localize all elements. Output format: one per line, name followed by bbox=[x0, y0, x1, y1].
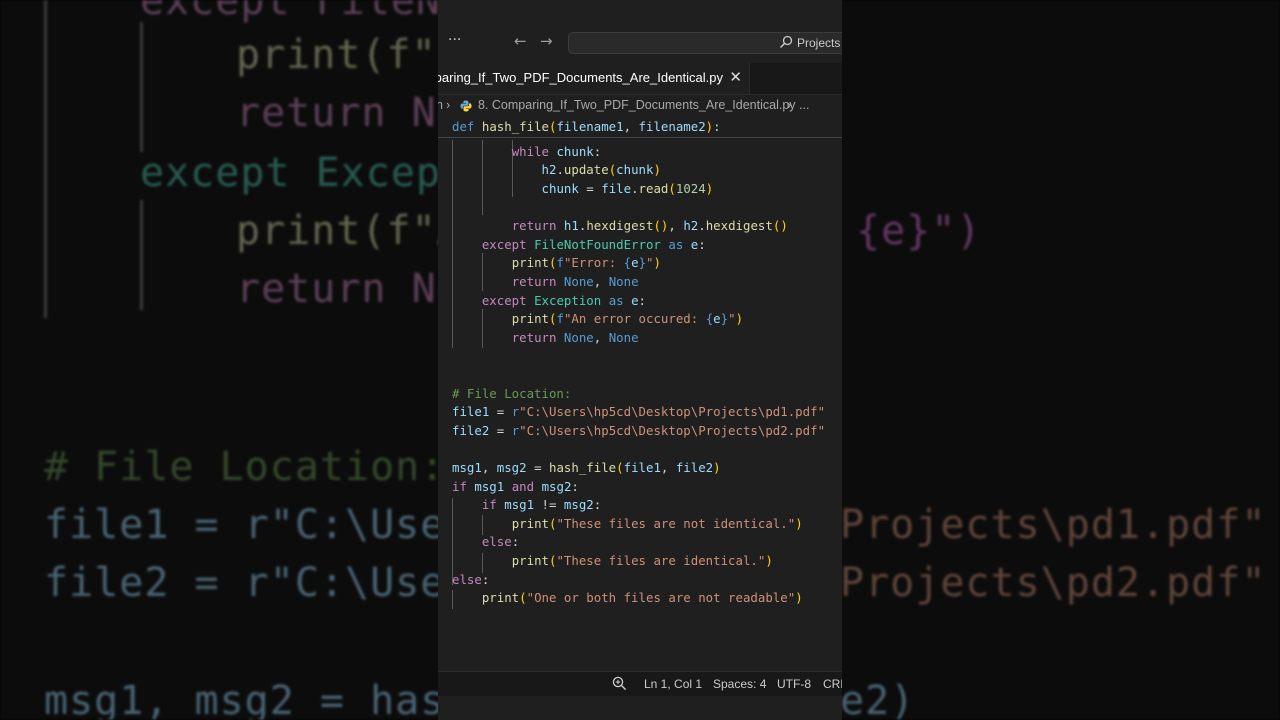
code-line: else: bbox=[481, 534, 520, 549]
code-line: def hash_file(filename1, filename2): bbox=[452, 119, 721, 134]
code-line: return None, None bbox=[511, 330, 639, 345]
bg-text-line: Projects\pd1.pdf" bbox=[840, 502, 1267, 548]
bg-text-line: {e}") bbox=[856, 208, 982, 254]
search-icon bbox=[780, 35, 793, 48]
command-center-search[interactable]: Projects bbox=[568, 32, 842, 54]
bg-text-line: e2) bbox=[840, 678, 916, 720]
search-label: Projects bbox=[797, 36, 841, 50]
bg-text-line: return No bbox=[236, 90, 462, 136]
chevron-right-icon: › bbox=[787, 98, 792, 112]
breadcrumb-item-folder[interactable]: n bbox=[438, 98, 443, 112]
code-line: print(f"An error occured: {e}") bbox=[511, 311, 744, 326]
code-line: # File Location: bbox=[452, 386, 572, 401]
code-line: print(f"Error: {e}") bbox=[511, 255, 661, 270]
code-line: return None, None bbox=[511, 274, 639, 289]
zoom-icon[interactable] bbox=[612, 676, 627, 691]
code-line: except Exception as e: bbox=[481, 293, 647, 308]
bg-text-line: # File Location: bbox=[44, 444, 446, 490]
bg-indent-guide bbox=[140, 200, 143, 310]
code-area[interactable]: while chunk: h2.update(chunk) chunk = fi… bbox=[438, 140, 842, 660]
code-line: file2 = r"C:\Users\hp5cd\Desktop\Project… bbox=[452, 423, 826, 438]
tab-strip: 8. Comparing_If_Two_PDF_Documents_Are_Id… bbox=[438, 63, 842, 95]
title-bar: ··· ← → Projects bbox=[438, 29, 842, 59]
bg-text-line: except Except bbox=[140, 150, 467, 196]
bg-text-line: Projects\pd2.pdf" bbox=[840, 560, 1267, 606]
code-line: else: bbox=[452, 572, 490, 587]
more-icon[interactable]: ··· bbox=[448, 32, 461, 48]
code-line: if msg1 and msg2: bbox=[452, 479, 579, 494]
bg-text-line: print(f"A bbox=[236, 208, 462, 254]
code-line: h2.update(chunk) bbox=[541, 162, 661, 177]
bg-text-line: msg1, msg2 = hash bbox=[44, 678, 471, 720]
code-editor-window: ··· ← → Projects 8. Comparing_If_Two_PDF… bbox=[438, 0, 842, 720]
chevron-right-icon: › bbox=[446, 98, 451, 112]
bg-text-line: file1 = r"C:\User bbox=[44, 502, 471, 548]
cursor-position[interactable]: Ln 1, Col 1 bbox=[644, 677, 702, 691]
code-line: return h1.hexdigest(), h2.hexdigest() bbox=[511, 218, 788, 233]
close-icon[interactable]: ✕ bbox=[729, 68, 742, 86]
code-line: msg1, msg2 = hash_file(file1, file2) bbox=[452, 460, 721, 475]
code-line: chunk = file.read(1024) bbox=[541, 181, 714, 196]
code-line: if msg1 != msg2: bbox=[481, 497, 602, 512]
code-line: print("One or both files are not readabl… bbox=[481, 590, 803, 605]
code-line: print("These files are not identical.") bbox=[511, 516, 803, 531]
sticky-scroll-header[interactable]: def hash_file(filename1, filename2): bbox=[438, 117, 842, 138]
code-line: file1 = r"C:\Users\hp5cd\Desktop\Project… bbox=[452, 404, 826, 419]
python-file-icon bbox=[460, 100, 472, 112]
breadcrumb: n › 8. Comparing_If_Two_PDF_Documents_Ar… bbox=[438, 96, 842, 116]
code-line: while chunk: bbox=[511, 144, 602, 159]
code-line: print("These files are identical.") bbox=[511, 553, 773, 568]
bg-indent-guide bbox=[140, 22, 143, 152]
bg-text-line: except FileNo bbox=[140, 0, 467, 24]
bg-text-line: print(f"E bbox=[236, 32, 462, 78]
tab-label: 8. Comparing_If_Two_PDF_Documents_Are_Id… bbox=[438, 70, 723, 85]
code-line: except FileNotFoundError as e: bbox=[481, 237, 706, 252]
breadcrumb-item-file[interactable]: 8. Comparing_If_Two_PDF_Documents_Are_Id… bbox=[478, 98, 796, 112]
file-encoding[interactable]: UTF-8 bbox=[777, 677, 811, 691]
breadcrumb-item-symbol[interactable]: ... bbox=[799, 98, 809, 112]
forward-arrow-icon[interactable]: → bbox=[540, 32, 553, 50]
bg-text-line: return No bbox=[236, 266, 462, 312]
bg-text-line: file2 = r"C:\User bbox=[44, 560, 471, 606]
bg-indent-guide bbox=[44, 0, 47, 318]
back-arrow-icon[interactable]: ← bbox=[514, 32, 527, 50]
tab-active-file[interactable]: 8. Comparing_If_Two_PDF_Documents_Are_Id… bbox=[438, 63, 750, 94]
status-bar: Ln 1, Col 1 Spaces: 4 UTF-8 CRLF bbox=[438, 671, 842, 696]
indentation-setting[interactable]: Spaces: 4 bbox=[713, 677, 766, 691]
line-ending[interactable]: CRLF bbox=[823, 677, 842, 691]
